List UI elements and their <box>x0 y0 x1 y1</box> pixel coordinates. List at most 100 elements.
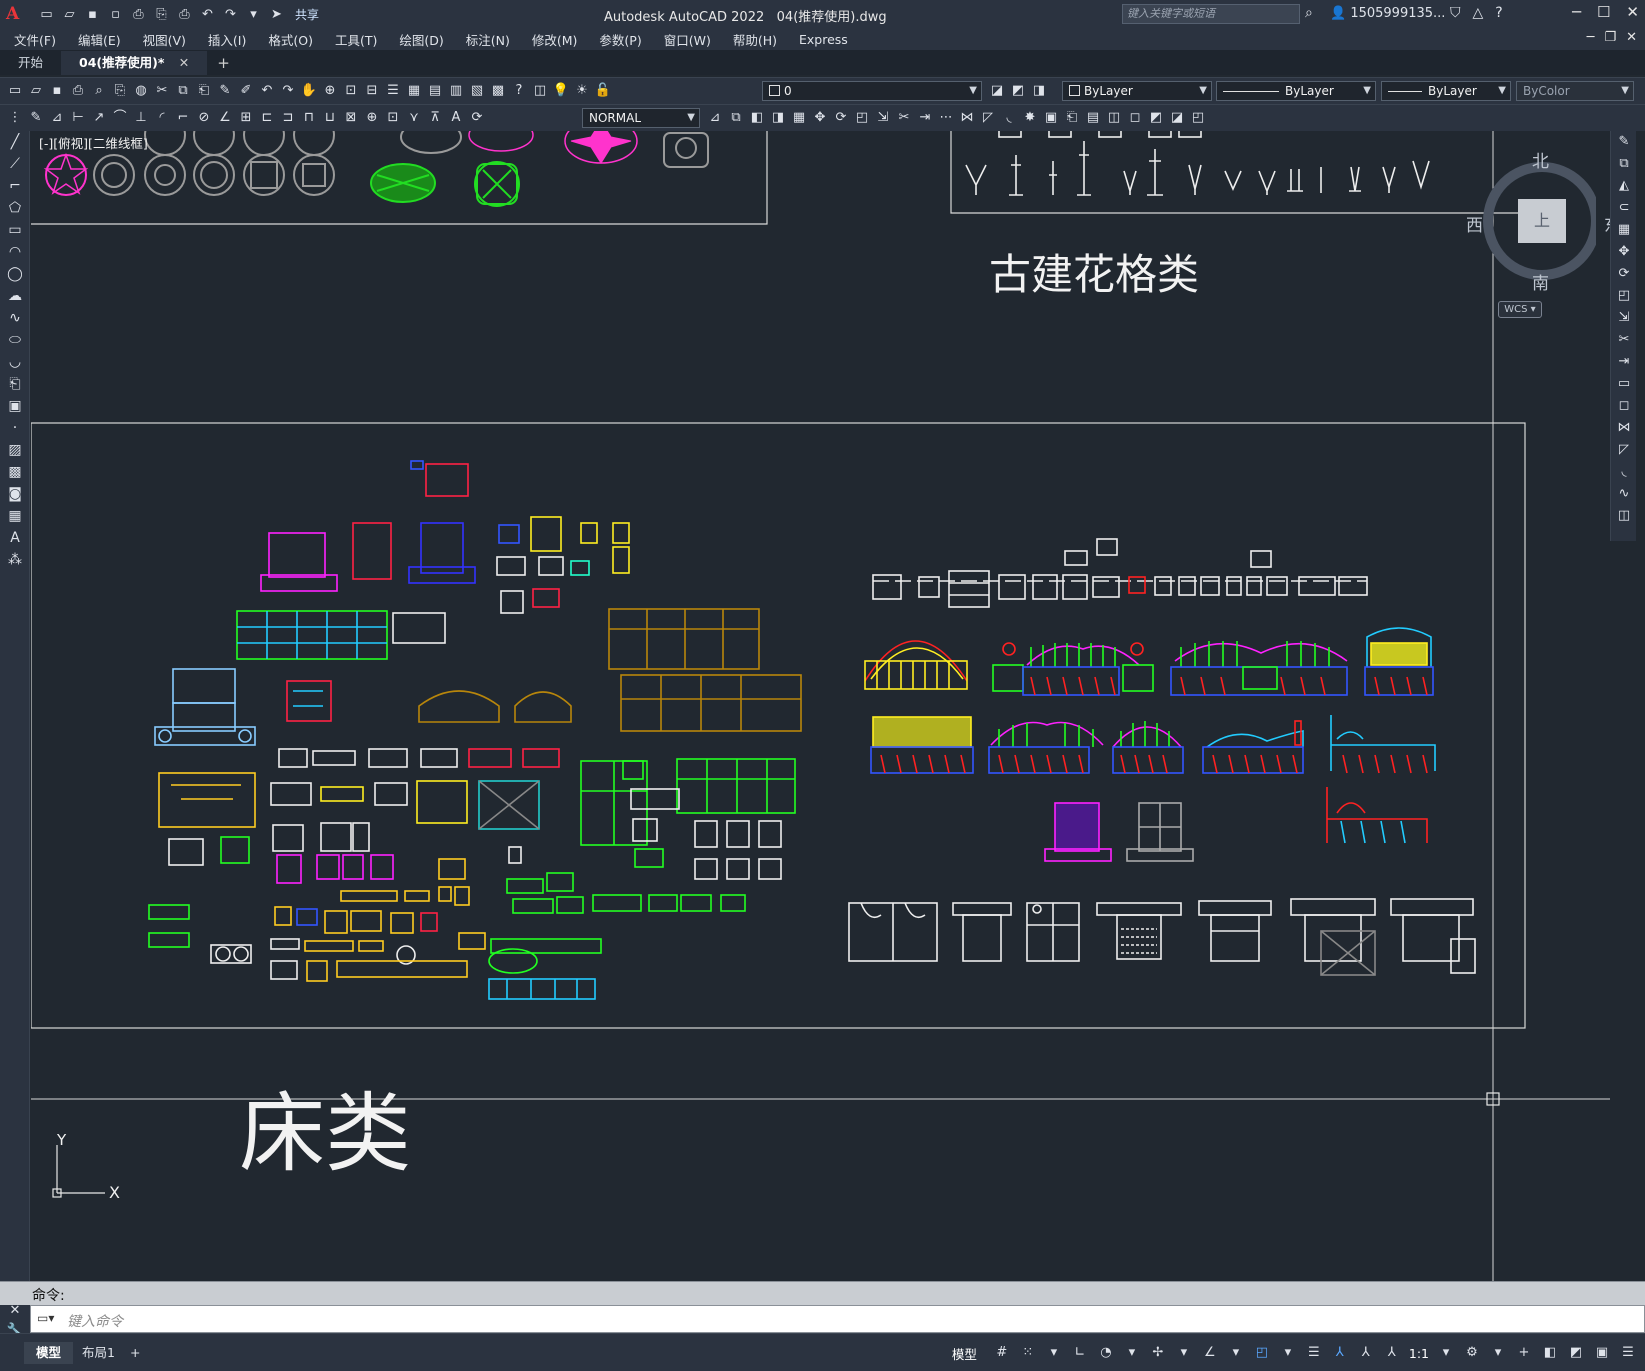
customize-icon[interactable]: ☰ <box>1619 1343 1637 1363</box>
construction-line-icon[interactable]: ⟋ <box>0 153 30 175</box>
lineweight-dropdown[interactable]: ByLayer ▼ <box>1381 81 1511 101</box>
workspace-gear-icon[interactable]: ⚙ <box>1463 1343 1481 1363</box>
chevron-down-icon[interactable]: ▾ <box>1437 1343 1455 1363</box>
line-icon[interactable]: ╱ <box>0 131 30 153</box>
maximize-icon[interactable]: ☐ <box>1597 3 1610 21</box>
diameter-dim-icon[interactable]: ⊘ <box>195 109 213 127</box>
drawing-canvas[interactable]: [-][俯视][二维线框] 古建花格类 床类 Y X 北 南 东 西 上 WCS… <box>31 131 1610 1281</box>
block-icon[interactable]: ▣ <box>1042 109 1060 127</box>
zoom-realtime-icon[interactable]: ⊕ <box>321 82 339 100</box>
plot-icon[interactable]: ⎙ <box>69 82 87 100</box>
redo-icon[interactable]: ↷ <box>222 6 239 23</box>
chamfer-icon[interactable]: ◸ <box>979 109 997 127</box>
cut-icon[interactable]: ✂ <box>153 82 171 100</box>
attribute-icon[interactable]: ▤ <box>1084 109 1102 127</box>
rotate-icon[interactable]: ⟳ <box>832 109 850 127</box>
polyline-icon[interactable]: ⌐ <box>0 175 30 197</box>
cart-icon[interactable]: ⛉ <box>1450 5 1461 21</box>
annotation-scale-value[interactable]: 1:1 <box>1409 1346 1429 1361</box>
paste-icon[interactable]: ⎗ <box>195 82 213 100</box>
layer-on-icon[interactable]: 💡 <box>552 82 570 100</box>
break-icon[interactable]: ⋯ <box>937 109 955 127</box>
continue-dim-icon[interactable]: ⊐ <box>279 109 297 127</box>
mirror-icon[interactable]: ◭ <box>1611 175 1637 197</box>
object-snap-tracking-icon[interactable]: ✢ <box>1149 1343 1167 1363</box>
dim-style-manager-icon[interactable]: ⊿ <box>706 109 724 127</box>
viewcube-south[interactable]: 南 <box>1532 269 1549 294</box>
table-icon[interactable]: ▦ <box>0 505 30 527</box>
rotate-icon[interactable]: ⟳ <box>1611 263 1637 285</box>
trim-icon[interactable]: ✂ <box>1611 329 1637 351</box>
minimize-icon[interactable]: ─ <box>1572 3 1581 21</box>
properties-icon[interactable]: ☰ <box>384 82 402 100</box>
layer-lock-icon[interactable]: 🔓 <box>594 82 612 100</box>
region-icon[interactable]: ◙ <box>0 483 30 505</box>
doc-minimize-icon[interactable]: ─ <box>1587 30 1595 45</box>
viewcube-top-face[interactable]: 上 <box>1518 199 1566 243</box>
tolerance-icon[interactable]: ⊠ <box>342 109 360 127</box>
search-icon[interactable]: ⌕ <box>1305 5 1313 21</box>
share-icon[interactable]: ➤ <box>268 6 285 23</box>
add-selected-icon[interactable]: ⁂ <box>0 549 30 571</box>
quick-dimension-icon[interactable]: ⊞ <box>237 109 255 127</box>
pan-icon[interactable]: ✋ <box>300 82 318 100</box>
copy-icon[interactable]: ⧉ <box>174 82 192 100</box>
inspection-icon[interactable]: ⊡ <box>384 109 402 127</box>
menu-express[interactable]: Express <box>799 32 848 47</box>
rectangle-icon[interactable]: ▭ <box>0 219 30 241</box>
layer-states-icon[interactable]: ◨ <box>1030 82 1048 100</box>
search-input[interactable]: 键入关键字或短语 <box>1122 4 1300 24</box>
hardware-acceleration-icon[interactable]: ◩ <box>1567 1343 1585 1363</box>
block-editor-icon[interactable]: ✐ <box>237 82 255 100</box>
redo-icon[interactable]: ↷ <box>279 82 297 100</box>
dim-update-icon[interactable]: ⟳ <box>468 109 486 127</box>
trim-icon[interactable]: ✂ <box>895 109 913 127</box>
print-icon[interactable]: ⎙ <box>176 6 193 23</box>
xref-icon[interactable]: ◫ <box>1105 109 1123 127</box>
viewport-control-label[interactable]: [-][俯视][二维线框] <box>39 133 148 152</box>
tool-palettes-icon[interactable]: ▤ <box>426 82 444 100</box>
customize-qat-icon[interactable]: ▾ <box>245 6 262 23</box>
viewcube-north[interactable]: 北 <box>1532 147 1549 172</box>
zoom-previous-icon[interactable]: ⊟ <box>363 82 381 100</box>
center-mark-icon[interactable]: ⊕ <box>363 109 381 127</box>
tab-active-drawing[interactable]: 04(推荐使用)* ✕ <box>61 51 208 75</box>
jogged-linear-icon[interactable]: ⋎ <box>405 109 423 127</box>
copy-icon[interactable]: ⧉ <box>1611 153 1637 175</box>
wcs-menu-button[interactable]: WCS ▾ <box>1498 301 1542 318</box>
open-file-icon[interactable]: ▱ <box>61 6 78 23</box>
help-icon[interactable]: ? <box>1495 5 1502 21</box>
zoom-window-icon[interactable]: ⊡ <box>342 82 360 100</box>
add-layout-button[interactable]: + <box>118 1342 152 1364</box>
plus-icon[interactable]: + <box>1515 1343 1533 1363</box>
join-icon[interactable]: ⋈ <box>958 109 976 127</box>
extend-icon[interactable]: ⇥ <box>1611 351 1637 373</box>
insert-block-icon[interactable]: ⎗ <box>1063 109 1081 127</box>
ortho-icon[interactable]: ∟ <box>1071 1343 1089 1363</box>
move-icon[interactable]: ✥ <box>811 109 829 127</box>
point-icon[interactable]: · <box>0 417 30 439</box>
open-icon[interactable]: ▱ <box>27 82 45 100</box>
array-icon[interactable]: ▦ <box>1611 219 1637 241</box>
color-dropdown[interactable]: ByLayer ▼ <box>1062 81 1212 101</box>
doc-close-icon[interactable]: ✕ <box>1626 30 1637 45</box>
jogged-dim-icon[interactable]: ⌐ <box>174 109 192 127</box>
annotation-scale-icon[interactable]: ⅄ <box>1383 1343 1401 1363</box>
polar-icon[interactable]: ◔ <box>1097 1343 1115 1363</box>
layer-dropdown[interactable]: 0 ▼ <box>762 81 982 101</box>
chevron-down-icon[interactable]: ▾ <box>1045 1343 1063 1363</box>
stretch-icon[interactable]: ⇲ <box>1611 307 1637 329</box>
save-as-icon[interactable]: ▫ <box>107 6 124 23</box>
hatch-icon[interactable]: ▨ <box>0 439 30 461</box>
explode-icon[interactable]: ◫ <box>1611 505 1637 527</box>
sheet-set-icon[interactable]: ▥ <box>447 82 465 100</box>
multiline-text-icon[interactable]: A <box>0 527 30 549</box>
menu-file[interactable]: 文件(F) <box>14 30 56 49</box>
move-icon[interactable]: ✥ <box>1611 241 1637 263</box>
layer-freeze-icon[interactable]: ☀ <box>573 82 591 100</box>
tab-start[interactable]: 开始 <box>0 51 61 75</box>
tab-close-icon[interactable]: ✕ <box>179 55 189 70</box>
match-properties-icon[interactable]: ✎ <box>216 82 234 100</box>
command-prompt-icon[interactable]: ▭▾ <box>37 1311 54 1325</box>
offset-icon[interactable]: ◨ <box>769 109 787 127</box>
